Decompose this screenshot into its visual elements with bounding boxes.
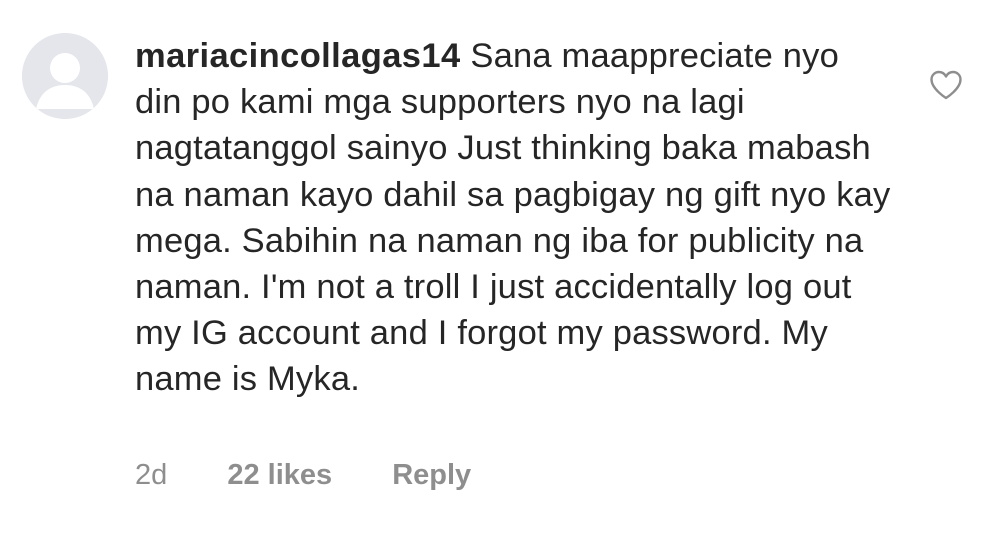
avatar[interactable] <box>22 33 108 119</box>
reply-button[interactable]: Reply <box>392 458 471 492</box>
default-avatar-icon <box>22 33 108 119</box>
comment-timestamp[interactable]: 2d <box>135 458 167 492</box>
comment-username[interactable]: mariacincollagas14 <box>135 37 461 75</box>
comment-text: Sana maappreciate nyo din po kami mga su… <box>135 37 891 399</box>
comment-likes-count[interactable]: 22 likes <box>227 458 332 492</box>
heart-outline-icon <box>930 70 962 100</box>
like-button[interactable] <box>929 70 963 100</box>
comment-actions: 2d 22 likes Reply <box>135 458 471 492</box>
comment-body: mariacincollagas14 Sana maappreciate nyo… <box>135 33 895 403</box>
comment: mariacincollagas14 Sana maappreciate nyo… <box>0 0 1001 544</box>
